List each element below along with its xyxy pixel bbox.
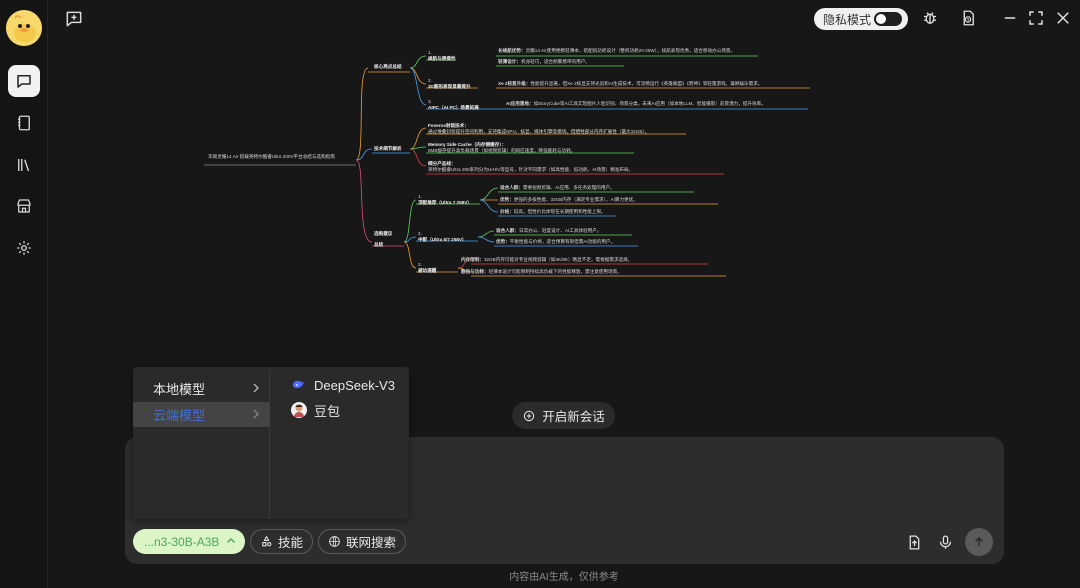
- model-category-list: 本地模型 云端模型: [133, 371, 270, 519]
- mind-map-node: AI应用落地：如StoryCube等AI工具实现图片人脸识别、场景分类。未来AI…: [506, 101, 766, 106]
- close-icon: [1057, 12, 1069, 24]
- mind-map-node: 选购建议: [374, 231, 393, 236]
- mind-map-node: 价格：较高，但性价比体现在长期使用和性能上限。: [500, 209, 606, 214]
- globe-icon: [329, 536, 340, 547]
- mind-map-node: 避坑提醒: [418, 268, 437, 273]
- model-option-label: 豆包: [314, 403, 341, 419]
- bug-report-button[interactable]: [920, 8, 940, 28]
- skills-label: 技能: [278, 536, 304, 550]
- mind-map-node: 2.: [428, 78, 432, 83]
- sidebar-item-chat[interactable]: [8, 65, 40, 97]
- sidebar-item-settings[interactable]: [8, 232, 40, 264]
- mind-map-node: 内存限制：32GB内存可能对专业视频剪辑（如4K/8K）略显不足，需根据需求选择…: [461, 257, 633, 262]
- mind-map-node: 中配（Ultra 5/7 258V）: [418, 237, 467, 242]
- mind-map[interactable]: 华硕灵耀14 Air 搭载英特尔酷睿Ultra 200V平台总结与选购指南 核心…: [196, 42, 836, 292]
- mind-map-node: 优势：平衡性能与价格，适合预算有限但需AI功能的用户。: [496, 239, 616, 244]
- mind-map-node: 总结: [374, 242, 384, 247]
- history-button[interactable]: [958, 8, 978, 28]
- arrow-up-icon: [975, 536, 983, 547]
- mind-map-node: 长续航优势：灵耀14 Air使用便携轻薄本，搭配低功耗设计（整机功耗20-28W…: [498, 48, 736, 53]
- mind-map-node: 3D图形表现显著提升: [428, 84, 471, 89]
- mind-map-root: 华硕灵耀14 Air 搭载英特尔酷睿Ultra 200V平台总结与选购指南: [208, 154, 335, 159]
- model-option-deepseek[interactable]: DeepSeek-V3: [291, 374, 395, 396]
- notebook-icon: [18, 115, 30, 131]
- mind-map-node: 轻薄设计：机身轻巧，适合频繁携带的用户。: [498, 59, 590, 64]
- mind-map-node: 适合人群：需要视频剪辑、AI应用、多任务处理的用户。: [500, 185, 615, 190]
- doubao-logo-icon: [291, 402, 307, 418]
- privacy-mode-label: 隐私模式: [823, 12, 872, 27]
- mind-map-node: AIPC（AI PC）场景拓展: [428, 105, 479, 110]
- skills-icon: [262, 536, 272, 547]
- ai-disclaimer: 内容由AI生成，仅供参考: [509, 572, 619, 583]
- mind-map-node: 续航与便携性: [428, 56, 456, 61]
- minimize-button[interactable]: [1000, 8, 1020, 28]
- mind-map-node: 散热与功耗：轻薄本设计可能限制持续高负载下的性能释放，需注意使用场景。: [461, 269, 622, 274]
- menu-item-cloud-models[interactable]: 云端模型: [133, 402, 270, 427]
- start-new-chat-button[interactable]: 开启新会话: [512, 402, 615, 429]
- model-select-label: ...n3-30B-A3B: [144, 534, 220, 549]
- chevron-up-icon: [227, 538, 235, 543]
- mind-map-node: 顶配推荐（Ultra 7 258V）: [418, 200, 472, 205]
- bug-icon: [924, 12, 936, 24]
- new-chat-button[interactable]: [64, 9, 84, 29]
- model-option-label: DeepSeek-V3: [314, 377, 395, 393]
- web-search-button[interactable]: 联网搜索: [318, 529, 407, 554]
- mind-map-node: 适合人群：日常办公、轻度设计、AI工具体验用户。: [496, 228, 602, 233]
- web-search-label: 联网搜索: [346, 536, 397, 550]
- sidebar-item-notes[interactable]: [8, 107, 40, 139]
- mind-map-node: 细分产品线：: [428, 161, 456, 166]
- sidebar-item-library[interactable]: [8, 149, 40, 181]
- maximize-button[interactable]: [1026, 8, 1046, 28]
- close-button[interactable]: [1053, 8, 1073, 28]
- mind-map-node: 英特尔酷睿Ultra 200系列分为U/H/V等型号，针对不同需求（如高性能、低…: [428, 167, 634, 172]
- chevron-right-icon: [253, 409, 259, 419]
- deepseek-logo-icon: [291, 377, 307, 393]
- start-new-chat-label: 开启新会话: [542, 410, 605, 424]
- mind-map-node: 8MB缓存提升高负载场景（如视频剪辑）的响应速度，降低能耗与功耗。: [428, 148, 576, 153]
- menu-item-label: 本地模型: [153, 382, 206, 397]
- privacy-switch[interactable]: [874, 12, 902, 26]
- menu-item-local-models[interactable]: 本地模型: [133, 376, 270, 401]
- menu-item-label: 云端模型: [153, 408, 206, 423]
- skills-button[interactable]: 技能: [250, 529, 314, 554]
- mind-map-node: 通过堆叠封装提升空间利用，支持集成NPU、核显、媒体引擎等模块。但牺牲部分内存扩…: [428, 129, 650, 134]
- voice-input-button[interactable]: [935, 532, 955, 552]
- chevron-right-icon: [253, 383, 259, 393]
- mind-map-node: 2.: [418, 231, 422, 236]
- send-button[interactable]: [965, 528, 993, 556]
- microphone-icon: [939, 534, 951, 549]
- sidebar-item-store[interactable]: [8, 190, 40, 222]
- mind-map-node: 1.: [428, 50, 432, 55]
- new-chat-icon: [66, 11, 82, 27]
- mind-map-node: 3.: [418, 262, 422, 267]
- minimize-icon: [1004, 17, 1016, 19]
- mind-map-node: 1.: [418, 194, 422, 199]
- model-select-button[interactable]: ...n3-30B-A3B: [133, 529, 245, 554]
- mind-map-node: 技术细节解析: [374, 146, 402, 151]
- maximize-icon: [1029, 11, 1043, 25]
- model-selector-menu: 本地模型 云端模型 DeepSeek-V3 豆包: [133, 367, 409, 519]
- model-option-doubao[interactable]: 豆包: [291, 399, 340, 421]
- history-icon: [963, 10, 974, 26]
- mind-map-node: Foveros封装技术：: [428, 123, 469, 128]
- library-icon: [18, 159, 30, 172]
- mind-map-node: 3.: [428, 99, 432, 104]
- mind-map-node: 优势：更强的多核性能、32GB内存（满足专业需求），AI算力更优。: [500, 197, 638, 202]
- upload-file-icon: [909, 534, 919, 550]
- privacy-mode-toggle[interactable]: 隐私模式: [814, 8, 908, 30]
- avatar[interactable]: [6, 10, 42, 46]
- app-window: 隐私模式 华硕灵耀14 Air 搭载英特尔酷睿Ultra 200V平台总结与选购…: [0, 0, 1080, 588]
- upload-file-button[interactable]: [904, 532, 924, 552]
- chat-icon: [17, 75, 31, 88]
- mind-map-node: 核心亮点总结: [374, 64, 402, 69]
- mind-map-node: Memory Side Cache（内存侧缓存）：: [428, 142, 507, 147]
- new-chat-icon: [524, 410, 535, 421]
- gear-icon: [17, 241, 31, 255]
- left-sidebar: [0, 0, 48, 588]
- store-icon: [17, 199, 31, 213]
- mind-map-node: Xe 2核显升级：性能提升显著，但Xe 2核显支持光追和AI生成技术，可流畅运行…: [498, 81, 763, 86]
